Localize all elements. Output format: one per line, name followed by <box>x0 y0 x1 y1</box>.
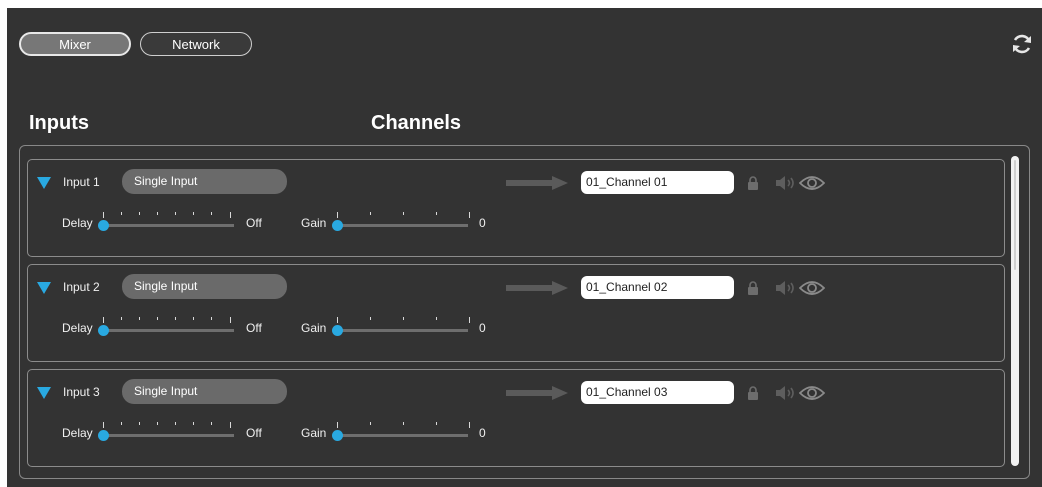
slider-tick <box>469 212 470 218</box>
slider-tick <box>121 317 122 320</box>
slider-tick <box>230 422 231 428</box>
lock-icon[interactable] <box>747 281 759 295</box>
slider-tick <box>193 422 194 425</box>
slider-tick <box>370 212 371 215</box>
slider-tick <box>337 212 338 218</box>
slider-tick <box>469 317 470 323</box>
delay-slider[interactable] <box>98 422 234 442</box>
delay-slider[interactable] <box>98 317 234 337</box>
input-row: Input 1 Single Input Delay Off Gain 0 <box>27 159 1005 257</box>
channel-name-field[interactable] <box>581 276 734 299</box>
slider-tick <box>403 422 404 425</box>
delay-value: Off <box>246 426 262 440</box>
gain-slider[interactable] <box>332 317 470 337</box>
gain-value: 0 <box>479 426 486 440</box>
slider-tick <box>469 422 470 428</box>
eye-icon[interactable] <box>799 384 825 402</box>
tab-mixer[interactable]: Mixer <box>19 32 131 56</box>
lock-icon[interactable] <box>747 386 759 400</box>
slider-tick <box>121 422 122 425</box>
gain-slider-thumb[interactable] <box>332 325 343 336</box>
delay-slider-thumb[interactable] <box>98 220 109 231</box>
slider-tick <box>436 317 437 320</box>
gain-slider-thumb[interactable] <box>332 430 343 441</box>
arrow-right-icon <box>506 386 568 400</box>
delay-slider-thumb[interactable] <box>98 325 109 336</box>
eye-icon[interactable] <box>799 174 825 192</box>
slider-tick <box>403 317 404 320</box>
speaker-icon[interactable] <box>774 280 796 296</box>
gain-slider-thumb[interactable] <box>332 220 343 231</box>
slider-tick <box>193 212 194 215</box>
slider-tick <box>436 212 437 215</box>
scrollbar-grip <box>1014 160 1016 270</box>
slider-tick <box>337 422 338 428</box>
gain-slider[interactable] <box>332 422 470 442</box>
arrow-right-icon <box>506 281 568 295</box>
channel-name-field[interactable] <box>581 381 734 404</box>
gain-label: Gain <box>301 216 327 230</box>
inputs-heading: Inputs <box>29 112 89 134</box>
delay-slider-thumb[interactable] <box>98 430 109 441</box>
expand-triangle-icon[interactable] <box>37 282 51 294</box>
gain-label: Gain <box>301 321 327 335</box>
tab-network[interactable]: Network <box>140 32 252 56</box>
lock-icon[interactable] <box>747 176 759 190</box>
slider-tick <box>175 212 176 215</box>
slider-tick <box>103 317 104 323</box>
slider-tick <box>370 422 371 425</box>
speaker-icon[interactable] <box>774 385 796 401</box>
slider-tick <box>230 212 231 218</box>
slider-tick <box>175 422 176 425</box>
expand-triangle-icon[interactable] <box>37 387 51 399</box>
eye-icon[interactable] <box>799 279 825 297</box>
gain-value: 0 <box>479 216 486 230</box>
delay-label: Delay <box>62 216 93 230</box>
refresh-icon[interactable] <box>1010 32 1034 56</box>
gain-slider[interactable] <box>332 212 470 232</box>
mixer-window: Mixer Network Inputs Channels Input 1 Si… <box>7 8 1042 487</box>
delay-label: Delay <box>62 426 93 440</box>
delay-label: Delay <box>62 321 93 335</box>
input-name: Input 3 <box>63 385 100 399</box>
input-mode-select[interactable]: Single Input <box>122 274 287 299</box>
slider-tick <box>157 317 158 320</box>
input-mode-select[interactable]: Single Input <box>122 169 287 194</box>
slider-tick <box>175 317 176 320</box>
input-name: Input 2 <box>63 280 100 294</box>
channels-heading: Channels <box>371 112 462 134</box>
input-row: Input 2 Single Input Delay Off Gain 0 <box>27 264 1005 362</box>
slider-tick <box>230 317 231 323</box>
slider-tick <box>403 212 404 215</box>
expand-triangle-icon[interactable] <box>37 177 51 189</box>
slider-tick <box>157 422 158 425</box>
input-row: Input 3 Single Input Delay Off Gain 0 <box>27 369 1005 467</box>
speaker-icon[interactable] <box>774 175 796 191</box>
slider-tick <box>193 317 194 320</box>
vertical-scrollbar[interactable] <box>1011 156 1019 466</box>
input-mode-select[interactable]: Single Input <box>122 379 287 404</box>
slider-tick <box>436 422 437 425</box>
slider-tick <box>211 212 212 215</box>
slider-tick <box>211 422 212 425</box>
gain-label: Gain <box>301 426 327 440</box>
delay-value: Off <box>246 216 262 230</box>
delay-slider[interactable] <box>98 212 234 232</box>
slider-tick <box>370 317 371 320</box>
slider-tick <box>211 317 212 320</box>
slider-tick <box>121 212 122 215</box>
slider-tick <box>139 422 140 425</box>
slider-tick <box>139 212 140 215</box>
slider-tick <box>337 317 338 323</box>
delay-value: Off <box>246 321 262 335</box>
slider-tick <box>139 317 140 320</box>
channel-name-field[interactable] <box>581 171 734 194</box>
slider-tick <box>157 212 158 215</box>
slider-tick <box>103 422 104 428</box>
arrow-right-icon <box>506 176 568 190</box>
slider-tick <box>103 212 104 218</box>
input-name: Input 1 <box>63 175 100 189</box>
gain-value: 0 <box>479 321 486 335</box>
